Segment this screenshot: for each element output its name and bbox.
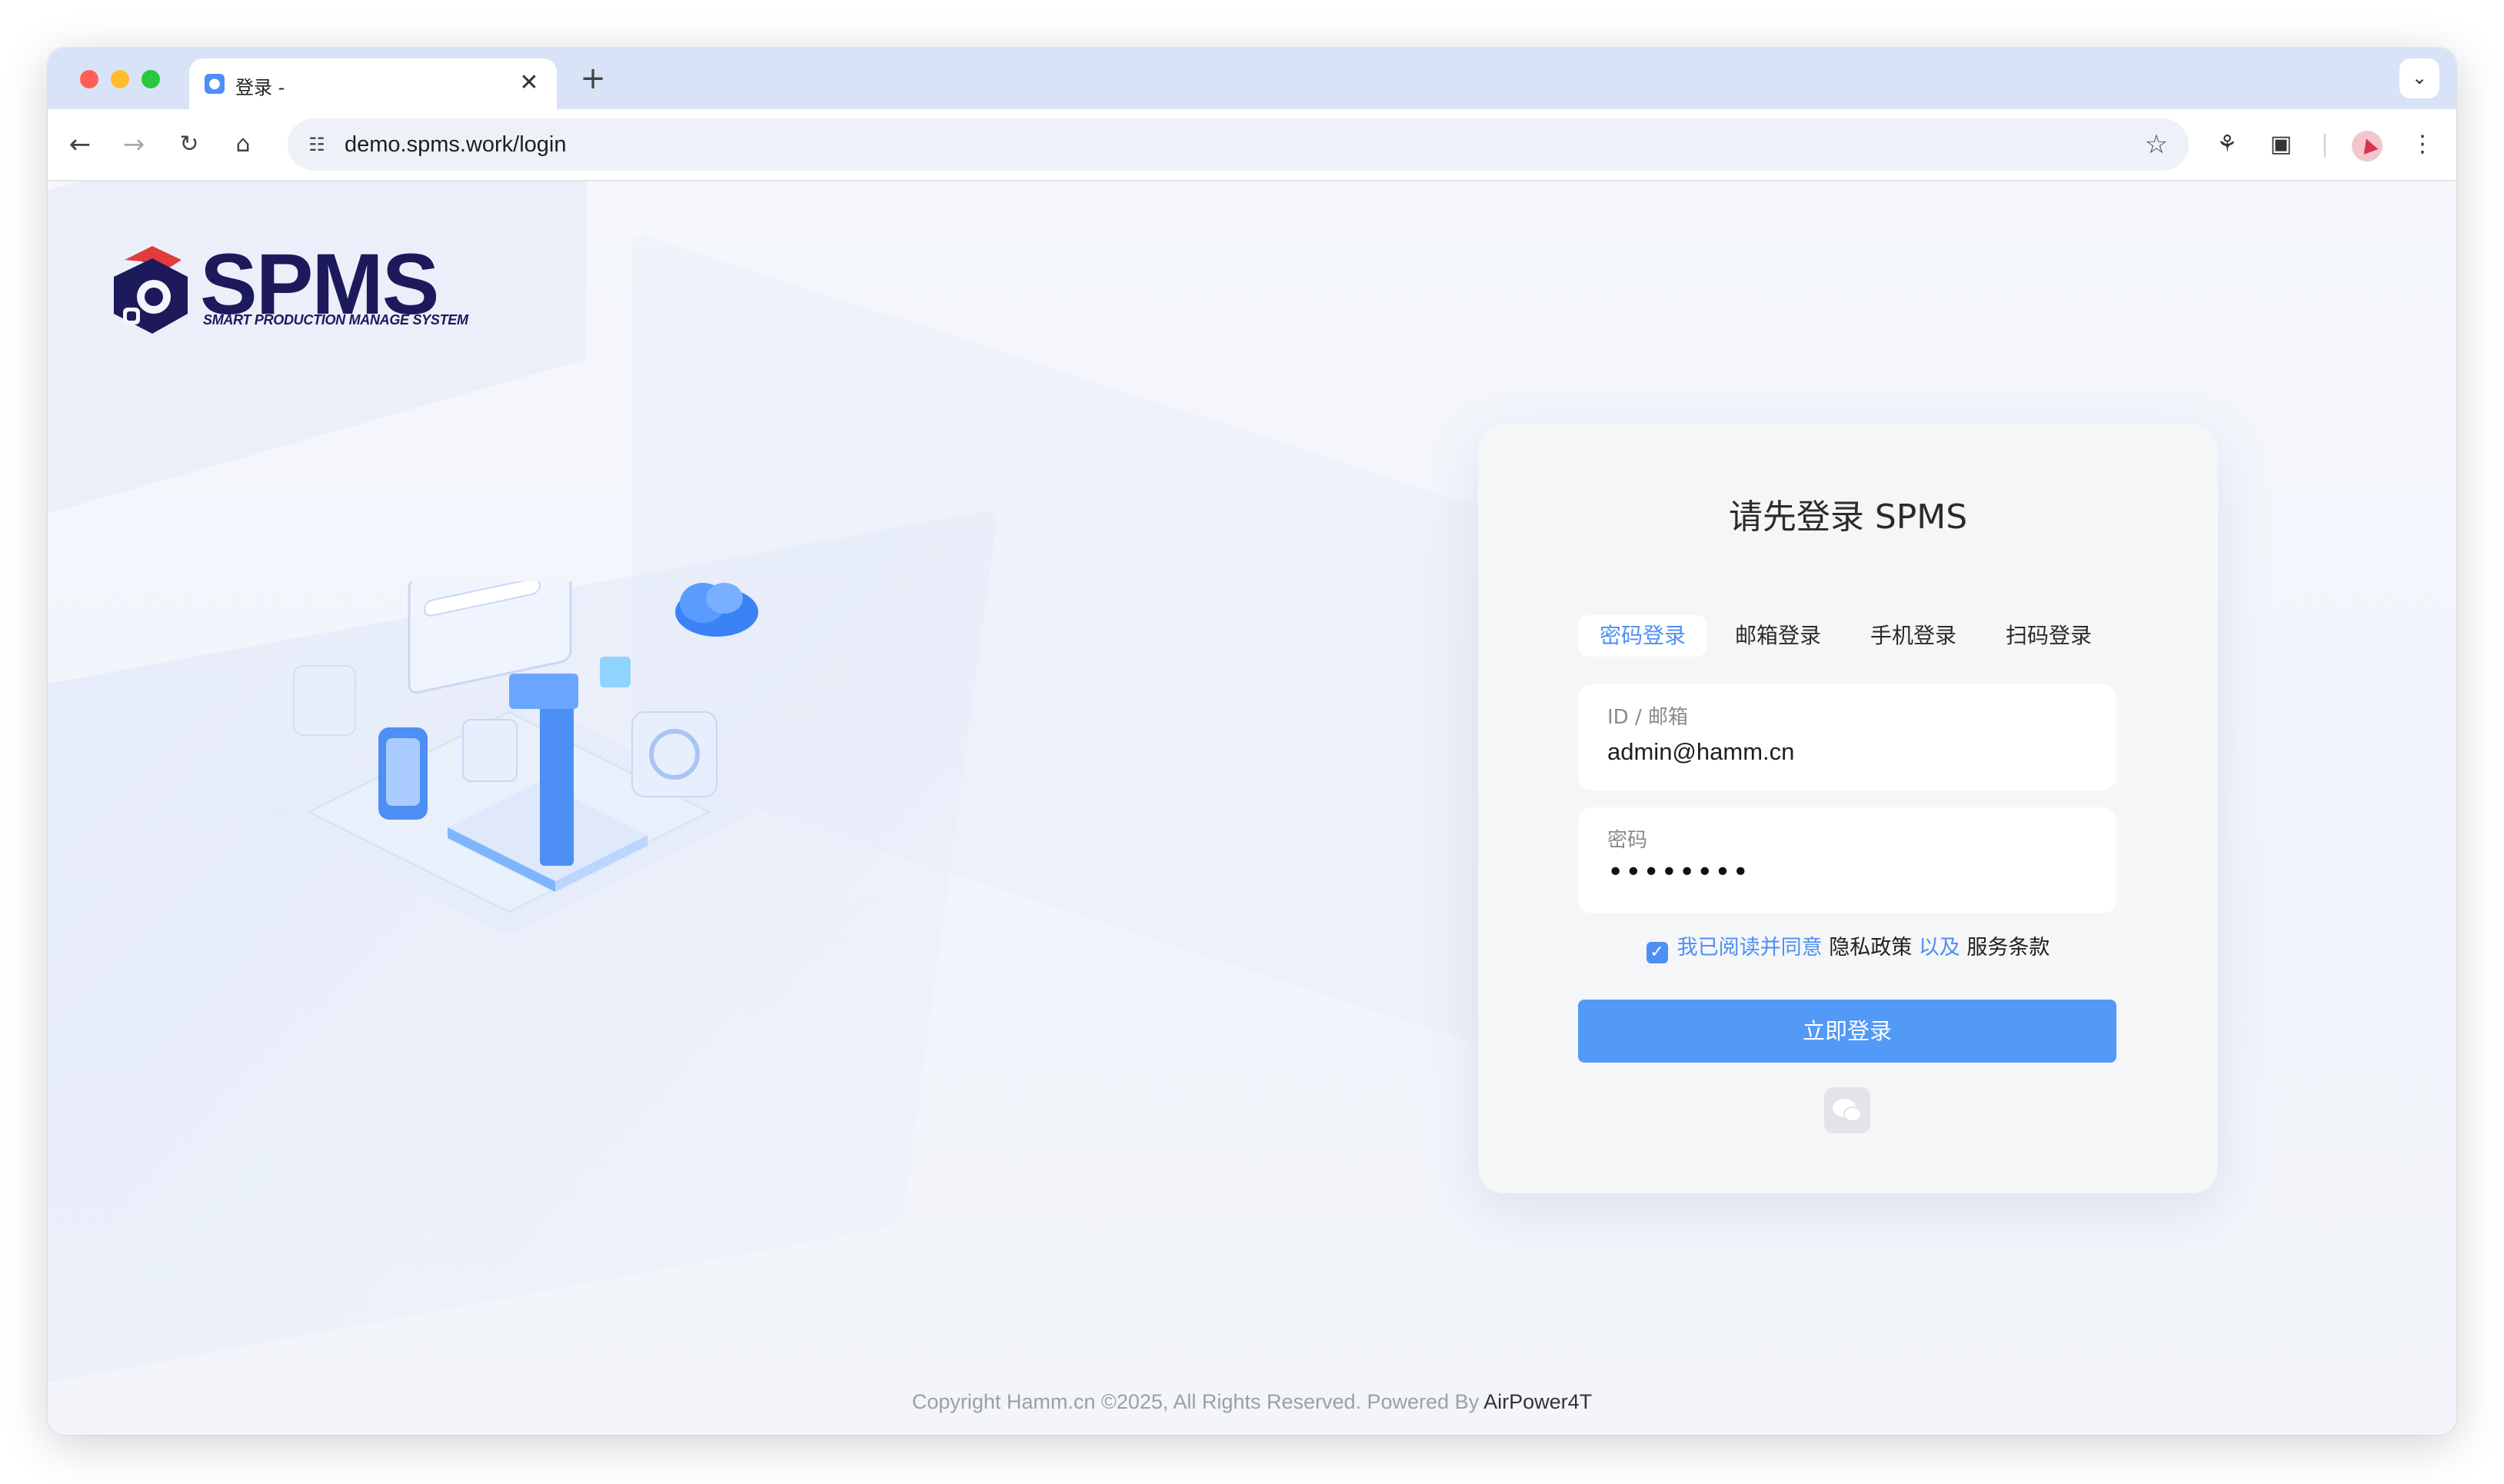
browser-window: ● 登录 - ✕ + ⌄ ← → ↻ ⌂ ☷ demo.spms.work/lo…	[48, 48, 2456, 1435]
login-title: 请先登录 SPMS	[1728, 497, 1968, 537]
and-text: 以及	[1918, 936, 1960, 960]
tab-title: 登录 -	[235, 77, 285, 98]
favicon-icon: ●	[205, 74, 225, 94]
tab-password-login[interactable]: 密码登录	[1578, 615, 1707, 657]
bookmark-star-icon[interactable]: ☆	[2138, 126, 2175, 163]
new-tab-button[interactable]: +	[575, 62, 611, 97]
agree-text[interactable]: 我已阅读并同意	[1677, 936, 1823, 960]
window-maximize-button[interactable]	[142, 70, 160, 88]
tab-search-button[interactable]: ⌄	[2399, 58, 2439, 98]
site-settings-icon[interactable]: ☷	[300, 128, 334, 161]
tab-close-icon[interactable]: ✕	[515, 69, 543, 97]
tab-phone-login[interactable]: 手机登录	[1849, 615, 1978, 657]
id-email-field[interactable]: ID / 邮箱 admin@hamm.cn	[1578, 684, 2116, 790]
reload-icon[interactable]: ↻	[168, 123, 211, 166]
browser-toolbar: ← → ↻ ⌂ ☷ demo.spms.work/login ☆ ⚘ ▣ ⋮	[48, 109, 2456, 181]
tab-qr-login[interactable]: 扫码登录	[1984, 615, 2113, 657]
password-label: 密码	[1607, 829, 1648, 852]
extension-puzzle-icon[interactable]: ⚘	[2206, 123, 2249, 166]
privacy-policy-link[interactable]: 隐私政策	[1829, 936, 1912, 960]
isometric-illustration	[263, 581, 758, 935]
menu-kebab-icon[interactable]: ⋮	[2401, 123, 2444, 166]
wechat-login-button[interactable]	[1824, 1087, 1870, 1133]
wechat-icon	[1833, 1099, 1862, 1122]
login-page: SPMS SMART PRODUCTION MANAGE SYSTEM 请先登录…	[48, 181, 2456, 1435]
tab-strip: ● 登录 - ✕ + ⌄	[48, 48, 2456, 109]
forward-arrow-icon[interactable]: →	[112, 123, 155, 166]
powered-by-link[interactable]: AirPower4T	[1483, 1390, 1592, 1413]
login-method-tabs: 密码登录 邮箱登录 手机登录 扫码登录	[1578, 615, 2116, 657]
toolbar-divider	[2324, 134, 2326, 157]
copyright-text: Copyright Hamm.cn ©2025, All Rights Rese…	[911, 1390, 1480, 1413]
url-text[interactable]: demo.spms.work/login	[345, 132, 567, 158]
password-input[interactable]: ••••••••	[1607, 857, 1750, 888]
profile-avatar[interactable]	[2352, 131, 2382, 161]
login-submit-button[interactable]: 立即登录	[1578, 1000, 2116, 1063]
back-arrow-icon[interactable]: ←	[58, 123, 102, 166]
logo-tagline: SMART PRODUCTION MANAGE SYSTEM	[203, 312, 468, 328]
agree-checkbox[interactable]: ✓	[1646, 942, 1668, 963]
login-card: 请先登录 SPMS 密码登录 邮箱登录 手机登录 扫码登录 ID / 邮箱 ad…	[1478, 424, 2218, 1193]
browser-tab[interactable]: ● 登录 - ✕	[189, 58, 557, 109]
id-email-label: ID / 邮箱	[1607, 706, 1688, 729]
tab-email-login[interactable]: 邮箱登录	[1713, 615, 1843, 657]
page-footer: Copyright Hamm.cn ©2025, All Rights Rese…	[48, 1390, 2456, 1414]
password-field[interactable]: 密码 ••••••••	[1578, 807, 2116, 913]
background-shape	[48, 181, 586, 527]
window-minimize-button[interactable]	[111, 70, 129, 88]
agreement-row: ✓ 我已阅读并同意 隐私政策 以及 服务条款	[1478, 930, 2218, 963]
extensions-icon[interactable]: ▣	[2259, 123, 2303, 166]
terms-of-service-link[interactable]: 服务条款	[1966, 936, 2049, 960]
home-icon[interactable]: ⌂	[221, 123, 265, 166]
logo-mark-icon	[114, 246, 188, 334]
id-email-input[interactable]: admin@hamm.cn	[1607, 738, 1794, 766]
spms-logo: SPMS SMART PRODUCTION MANAGE SYSTEM	[108, 238, 477, 341]
window-close-button[interactable]	[80, 70, 98, 88]
address-bar[interactable]: ☷ demo.spms.work/login ☆	[288, 118, 2189, 171]
